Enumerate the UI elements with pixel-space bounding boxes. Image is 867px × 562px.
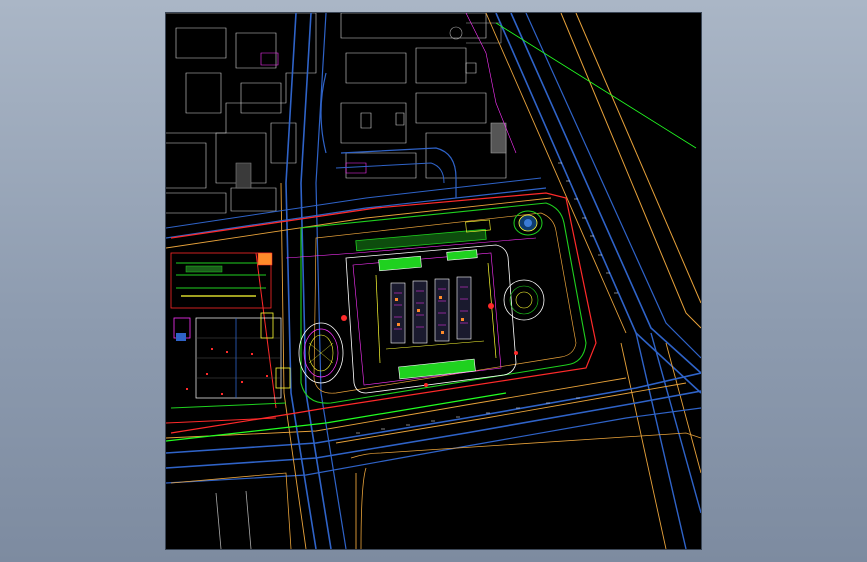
existing-buildings bbox=[166, 13, 507, 214]
cad-viewport[interactable] bbox=[166, 13, 701, 549]
roads bbox=[166, 13, 701, 549]
survey-lines bbox=[166, 22, 697, 442]
site-plan-drawing bbox=[166, 13, 701, 549]
east-round-plaza bbox=[503, 210, 545, 321]
west-annex bbox=[170, 252, 291, 409]
project-site bbox=[300, 202, 587, 404]
south-parcels bbox=[170, 432, 701, 549]
